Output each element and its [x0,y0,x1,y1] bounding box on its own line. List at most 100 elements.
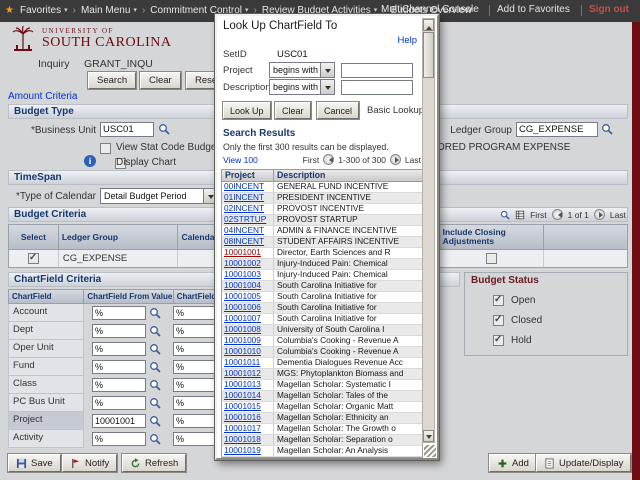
grid-last-label[interactable]: Last [610,210,626,220]
result-row[interactable]: 10001013 Magellan Scholar: Systematic I [221,380,423,391]
project-link[interactable]: 10001011 [222,358,274,368]
last-label[interactable]: Last [405,155,421,165]
result-row[interactable]: 10001003 Injury-Induced Pain: Chemical [221,270,423,281]
clear-button[interactable]: Clear [140,72,181,89]
result-row[interactable]: 10001016 Magellan Scholar: Ethnicity an [221,413,423,424]
result-row[interactable]: 10001014 Magellan Scholar: Tales of the [221,391,423,402]
description-operator-select[interactable]: begins with [269,79,335,95]
result-row[interactable]: 10001011 Dementia Dialogues Revenue Acc [221,358,423,369]
look-up-button[interactable]: Look Up [223,102,271,119]
chartfield-from-input[interactable] [92,414,146,428]
project-link[interactable]: 10001008 [222,325,274,335]
dropdown-arrow-icon[interactable] [320,80,334,94]
result-row[interactable]: 10001004 South Carolina Initiative for [221,281,423,292]
nav-favorites[interactable]: Favorites [20,3,61,19]
project-link[interactable]: 10001016 [222,413,274,423]
nav-main-menu[interactable]: Main Menu [81,3,130,19]
business-unit-lookup-icon[interactable] [158,123,170,135]
ledger-group-field[interactable] [516,122,598,137]
ledger-group-lookup-icon[interactable] [601,123,613,135]
project-link[interactable]: 08INCENT [222,237,274,247]
select-checkbox[interactable] [28,253,39,264]
project-link[interactable]: 10001013 [222,380,274,390]
result-row[interactable]: 10001007 South Carolina Initiative for [221,314,423,325]
project-link[interactable]: 10001004 [222,281,274,291]
project-link[interactable]: 10001009 [222,336,274,346]
result-row[interactable]: 10001009 Columbia's Cooking - Revenue A [221,336,423,347]
sign-out-link[interactable]: Sign out [589,0,629,22]
result-row[interactable]: 10001015 Magellan Scholar: Organic Matt [221,402,423,413]
scroll-down-icon[interactable] [423,430,434,442]
project-link[interactable]: 10001012 [222,369,274,379]
view-100-link[interactable]: View 100 [223,155,258,165]
project-link[interactable]: 10001019 [222,446,274,456]
project-link[interactable]: 10001007 [222,314,274,324]
status-checkbox[interactable] [493,295,504,306]
lookup-cancel-button[interactable]: Cancel [317,102,359,119]
chartfield-from-lookup-icon[interactable] [149,325,161,337]
chartfield-from-input[interactable] [92,396,146,410]
find-icon[interactable] [500,210,510,220]
result-row[interactable]: 02STRTUP PROVOST STARTUP [221,215,423,226]
update-display-button[interactable]: Update/Display [536,454,631,472]
project-link[interactable]: 00INCENT [222,182,274,192]
status-checkbox[interactable] [493,315,504,326]
chartfield-from-input[interactable] [92,306,146,320]
next-results-icon[interactable] [390,154,401,165]
scroll-up-icon[interactable] [423,19,434,31]
amount-criteria-link[interactable]: Amount Criteria [8,91,77,102]
basic-lookup-link[interactable]: Basic Lookup [367,105,424,116]
lookup-clear-button[interactable]: Clear [275,102,311,119]
project-link[interactable]: 10001003 [222,270,274,280]
result-row[interactable]: 00INCENT GENERAL FUND INCENTIVE [221,182,423,193]
result-row[interactable]: 10001012 MGS: Phytoplankton Biomass and [221,369,423,380]
resize-grip[interactable] [424,445,436,457]
result-row[interactable]: 04INCENT ADMIN & FINANCE INCENTIVE [221,226,423,237]
chartfield-from-input[interactable] [92,342,146,356]
chartfield-from-lookup-icon[interactable] [149,361,161,373]
chartfield-from-lookup-icon[interactable] [149,433,161,445]
chartfield-from-lookup-icon[interactable] [149,343,161,355]
add-to-favorites-link[interactable]: Add to Favorites [497,0,570,22]
chartfield-from-input[interactable] [92,432,146,446]
project-link[interactable]: 10001001 [222,248,274,258]
result-row[interactable]: 10001019 Magellan Scholar: An Analysis [221,446,423,457]
chartfield-from-lookup-icon[interactable] [149,307,161,319]
result-row[interactable]: 10001006 South Carolina Initiative for [221,303,423,314]
status-checkbox[interactable] [493,335,504,346]
project-link[interactable]: 10001010 [222,347,274,357]
result-row[interactable]: 10001008 University of South Carolina I [221,325,423,336]
info-icon[interactable]: i [84,155,96,167]
next-page-icon[interactable] [594,209,605,220]
result-row[interactable]: 02INCENT PROVOST INCENTIVE [221,204,423,215]
save-button[interactable]: Save [8,454,61,472]
project-link[interactable]: 10001002 [222,259,274,269]
result-row[interactable]: 10001017 Magellan Scholar: The Growth o [221,424,423,435]
result-row[interactable]: 01INCENT PRESIDENT INCENTIVE [221,193,423,204]
result-row[interactable]: 08INCENT STUDENT AFFAIRS INCENTIVE [221,237,423,248]
view-stat-code-checkbox[interactable] [100,143,111,154]
project-link[interactable]: 04INCENT [222,226,274,236]
project-link[interactable]: 02STRTUP [222,215,274,225]
dropdown-arrow-icon[interactable] [320,63,334,77]
chartfield-from-lookup-icon[interactable] [149,415,161,427]
project-link[interactable]: 10001014 [222,391,274,401]
dialog-scrollbar[interactable] [422,18,435,443]
description-search-input[interactable] [341,80,413,95]
previous-page-icon[interactable] [552,209,563,220]
chartfield-from-input[interactable] [92,360,146,374]
project-link[interactable]: 01INCENT [222,193,274,203]
scrollbar-thumb[interactable] [423,32,434,78]
refresh-button[interactable]: Refresh [122,454,186,472]
business-unit-field[interactable] [100,122,154,137]
project-operator-select[interactable]: begins with [269,62,335,78]
result-row[interactable]: 10001002 Injury-Induced Pain: Chemical [221,259,423,270]
project-link[interactable]: 10001015 [222,402,274,412]
add-button[interactable]: Add [489,454,537,472]
result-row[interactable]: 10001010 Columbia's Cooking - Revenue A [221,347,423,358]
notify-button[interactable]: Notify [62,454,117,472]
chartfield-from-input[interactable] [92,378,146,392]
chartfield-from-lookup-icon[interactable] [149,379,161,391]
help-link[interactable]: Help [397,35,417,46]
chartfield-from-input[interactable] [92,324,146,338]
